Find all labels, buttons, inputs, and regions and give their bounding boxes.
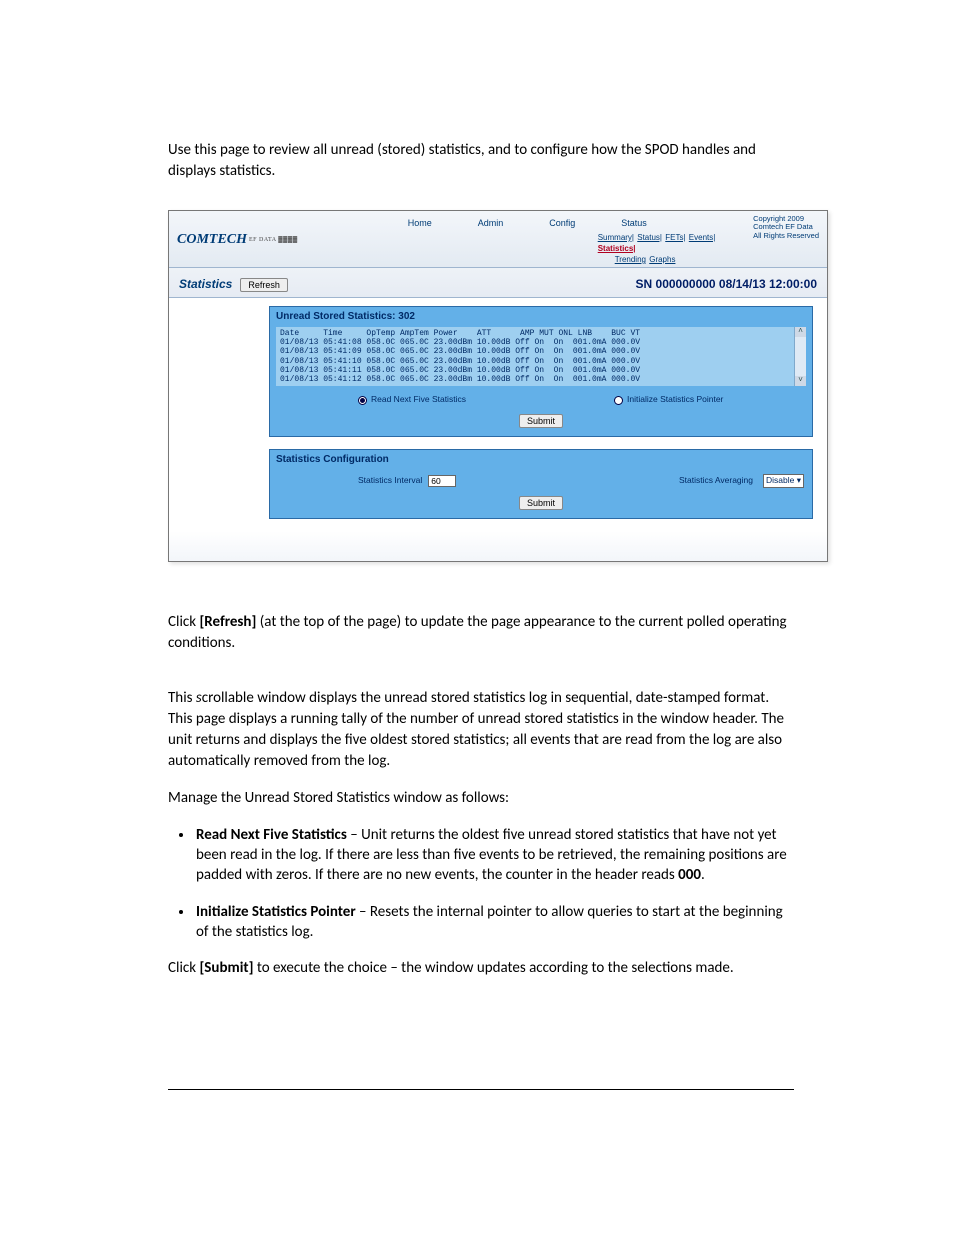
copyright-block: Copyright 2009 Comtech EF Data All Right…	[753, 215, 819, 265]
subnav-status[interactable]: Status|	[637, 233, 662, 242]
refresh-button[interactable]: Refresh	[240, 278, 288, 292]
initialize-pointer-label: Initialize Statistics Pointer	[627, 394, 723, 406]
config-panel: Statistics Configuration Statistics Inte…	[269, 449, 813, 519]
intro-text: Use this page to review all unread (stor…	[168, 140, 794, 182]
subnav-trending[interactable]: Trending	[615, 255, 646, 264]
log-scrollbar[interactable]: ˄ ˅	[794, 327, 806, 386]
nav-config[interactable]: Config	[549, 217, 575, 230]
interval-label: Statistics Interval	[358, 475, 422, 487]
unread-panel: Unread Stored Statistics: 302 Date Time …	[269, 306, 813, 437]
sub-nav: Summary| Status| FETs| Events| Statistic…	[598, 232, 753, 266]
read-next-five-label: Read Next Five Statistics	[371, 394, 466, 406]
nav-home[interactable]: Home	[408, 217, 432, 230]
logo-subtext: EF DATA ▓▓▓▓	[249, 236, 298, 244]
averaging-select[interactable]: Disable ▾	[763, 474, 804, 488]
page-title: Statistics	[179, 276, 232, 293]
logo-text: COMTECHEF DATA ▓▓▓▓	[177, 215, 298, 265]
stats-action-row: Read Next Five Statistics Initialize Sta…	[270, 390, 812, 412]
bullet-read-next: Read Next Five Statistics – Unit returns…	[194, 825, 794, 886]
subnav-graphs[interactable]: Graphs	[649, 255, 675, 264]
scrollable-paragraph: This scrollable window displays the unre…	[168, 688, 794, 772]
screenshot-panel: COMTECHEF DATA ▓▓▓▓ Home Admin Config St…	[168, 210, 828, 562]
averaging-label: Statistics Averaging	[679, 475, 753, 487]
config-submit-button[interactable]: Submit	[519, 496, 563, 510]
subnav-statistics[interactable]: Statistics|	[598, 244, 636, 253]
bullet-list: Read Next Five Statistics – Unit returns…	[194, 825, 794, 942]
page-header-row: Statistics Refresh SN 000000000 08/14/13…	[169, 268, 827, 298]
scroll-down-icon[interactable]: ˅	[795, 376, 806, 386]
serial-timestamp: SN 000000000 08/14/13 12:00:00	[636, 276, 817, 293]
top-nav: Home Admin Config Status	[408, 217, 753, 230]
nav-status[interactable]: Status	[621, 217, 647, 230]
statistics-log: Date Time OpTemp AmpTem Power ATT AMP MU…	[276, 327, 806, 386]
nav-admin[interactable]: Admin	[478, 217, 504, 230]
manage-paragraph: Manage the Unread Stored Statistics wind…	[168, 788, 794, 809]
config-header: Statistics Configuration	[270, 450, 812, 470]
submit-paragraph: Click [Submit] to execute the choice – t…	[168, 958, 794, 979]
subnav-summary[interactable]: Summary|	[598, 233, 634, 242]
subnav-fets[interactable]: FETs|	[665, 233, 685, 242]
top-banner: COMTECHEF DATA ▓▓▓▓ Home Admin Config St…	[169, 211, 827, 268]
initialize-pointer-radio[interactable]	[614, 396, 623, 405]
bullet-init-pointer: Initialize Statistics Pointer – Resets t…	[194, 902, 794, 943]
unread-header: Unread Stored Statistics: 302	[270, 307, 812, 327]
read-next-five-radio[interactable]	[358, 396, 367, 405]
subnav-events[interactable]: Events|	[689, 233, 716, 242]
shot-footer-gradient	[169, 531, 827, 561]
footer-rule	[168, 1089, 794, 1090]
interval-input[interactable]	[428, 475, 456, 487]
scroll-up-icon[interactable]: ˄	[795, 327, 806, 337]
refresh-paragraph: Click [Refresh] (at the top of the page)…	[168, 612, 794, 654]
unread-submit-button[interactable]: Submit	[519, 414, 563, 428]
